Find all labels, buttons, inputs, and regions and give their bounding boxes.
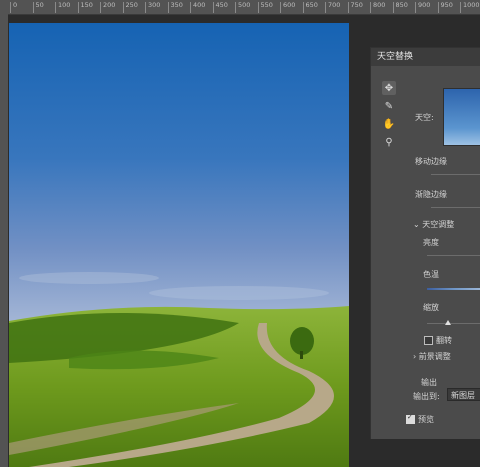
- ruler-mark: 600: [280, 2, 295, 13]
- ruler-mark: 50: [32, 2, 44, 13]
- ruler-mark: 500: [235, 2, 250, 13]
- ruler-mark: 350: [167, 2, 183, 13]
- output-to-select[interactable]: 新图层: [447, 388, 480, 401]
- ruler-mark: 150: [77, 2, 93, 13]
- ruler-mark: 950: [437, 2, 453, 13]
- document-canvas[interactable]: [9, 23, 349, 467]
- ruler-mark: 0: [10, 2, 17, 13]
- output-label: 输出: [421, 378, 437, 387]
- chevron-down-icon: ⌄: [413, 220, 420, 229]
- temperature-label: 色温: [423, 270, 439, 279]
- vertical-ruler: [0, 14, 8, 467]
- ruler-mark: 1000: [460, 2, 480, 13]
- scale-label: 缩放: [423, 303, 439, 312]
- scale-slider-thumb[interactable]: [445, 320, 451, 325]
- foreground-adjust-label: 前景调整: [418, 352, 451, 361]
- temperature-slider[interactable]: [427, 288, 480, 290]
- fade-edge-label: 渐隐边缘: [415, 190, 447, 199]
- sky-brush-icon[interactable]: ✎: [382, 99, 396, 113]
- fade-edge-slider[interactable]: [431, 207, 480, 208]
- brightness-label: 亮度: [423, 238, 439, 247]
- horizontal-ruler: 0 50 100 150 200 250 300 350 400 450 500 550 600 650 7…: [0, 0, 480, 15]
- flip-checkbox[interactable]: [424, 336, 433, 345]
- ruler-mark: 850: [392, 2, 408, 13]
- shift-edge-slider[interactable]: [431, 174, 480, 175]
- preview-label: 预览: [418, 415, 434, 424]
- output-to-label: 输出到:: [413, 392, 440, 401]
- preview-checkbox[interactable]: [406, 413, 415, 424]
- flip-label: 翻转: [436, 336, 452, 345]
- ruler-mark: 650: [302, 2, 318, 13]
- sky-adjust-label: 天空调整: [422, 220, 455, 229]
- sky-adjust-section[interactable]: ⌄ 天空调整: [413, 219, 454, 230]
- ruler-mark: 750: [347, 2, 363, 13]
- ruler-mark: 550: [257, 2, 273, 13]
- landscape-image: [9, 23, 349, 467]
- ruler-mark: 800: [370, 2, 385, 13]
- sky-label: 天空:: [415, 113, 434, 122]
- chevron-right-icon: ›: [413, 352, 417, 361]
- ruler-mark: 400: [190, 2, 205, 13]
- sky-preset-thumbnail[interactable]: [443, 88, 480, 146]
- ruler-mark: 700: [325, 2, 340, 13]
- scale-slider[interactable]: [427, 323, 480, 324]
- ruler-mark: 200: [100, 2, 115, 13]
- ruler-mark: 450: [212, 2, 228, 13]
- foreground-adjust-section[interactable]: › 前景调整: [413, 351, 451, 362]
- sky-replacement-dialog: 天空替换 ✥ ✎ ✋ ⚲ 天空: 移动边缘 渐隐边缘 ⌄ 天空调整 亮度 色温 …: [370, 47, 480, 439]
- hand-icon[interactable]: ✋: [382, 117, 396, 131]
- brightness-slider[interactable]: [427, 255, 480, 256]
- ruler-mark: 250: [122, 2, 138, 13]
- move-icon[interactable]: ✥: [382, 81, 396, 95]
- zoom-icon[interactable]: ⚲: [382, 135, 396, 149]
- ruler-mark: 100: [55, 2, 70, 13]
- ruler-mark: 300: [145, 2, 160, 13]
- dialog-title: 天空替换: [371, 48, 480, 66]
- ruler-mark: 900: [415, 2, 430, 13]
- shift-edge-label: 移动边缘: [415, 157, 447, 166]
